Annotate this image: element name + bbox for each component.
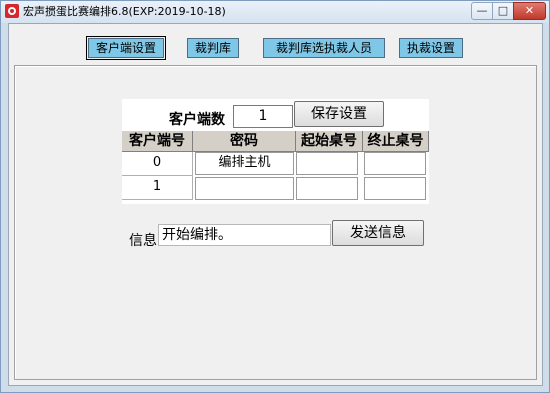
close-button[interactable]: ✕ — [513, 2, 546, 20]
row1-start-table-field[interactable] — [296, 177, 358, 200]
column-header-start-table: 起始桌号 — [296, 131, 363, 152]
maximize-button[interactable]: □ — [492, 2, 514, 20]
tab-officiating-settings[interactable]: 执裁设置 — [399, 38, 463, 58]
tab-client-settings[interactable]: 客户端设置 — [86, 36, 166, 60]
row1-end-table-field[interactable] — [364, 177, 426, 200]
row1-client-no: 1 — [122, 176, 193, 200]
column-header-client-no: 客户端号 — [122, 131, 193, 152]
client-count-input[interactable]: 1 — [233, 105, 293, 128]
row0-start-table-field[interactable] — [296, 152, 358, 175]
save-settings-button[interactable]: 保存设置 — [294, 101, 384, 127]
row1-password-field[interactable] — [195, 177, 294, 200]
column-header-end-table: 终止桌号 — [363, 131, 429, 152]
send-message-button[interactable]: 发送信息 — [332, 220, 424, 246]
app-window: 宏声掼蛋比赛编排6.8(EXP:2019-10-18) — □ ✕ 客户端设置 … — [0, 0, 550, 393]
tab-referee-library[interactable]: 裁判库 — [187, 38, 239, 58]
title-bar[interactable]: 宏声掼蛋比赛编排6.8(EXP:2019-10-18) — □ ✕ — [1, 1, 549, 23]
message-input[interactable]: 开始编排。 — [158, 224, 331, 246]
row0-password-field[interactable]: 编排主机 — [195, 152, 294, 175]
window-title: 宏声掼蛋比赛编排6.8(EXP:2019-10-18) — [23, 5, 226, 18]
client-area: 客户端设置 裁判库 裁判库选执裁人员 执裁设置 客户端数 1 保存设置 客户端号… — [8, 23, 543, 386]
minimize-button[interactable]: — — [471, 2, 493, 20]
row0-end-table-field[interactable] — [364, 152, 426, 175]
column-header-password: 密码 — [193, 131, 296, 152]
tab-select-referees[interactable]: 裁判库选执裁人员 — [263, 38, 385, 58]
row0-password-text: 编排主机 — [218, 155, 271, 170]
row0-client-no: 0 — [122, 152, 193, 176]
message-label: 信息 — [129, 233, 157, 249]
app-logo-icon — [5, 4, 19, 18]
client-count-label: 客户端数 — [169, 112, 225, 128]
